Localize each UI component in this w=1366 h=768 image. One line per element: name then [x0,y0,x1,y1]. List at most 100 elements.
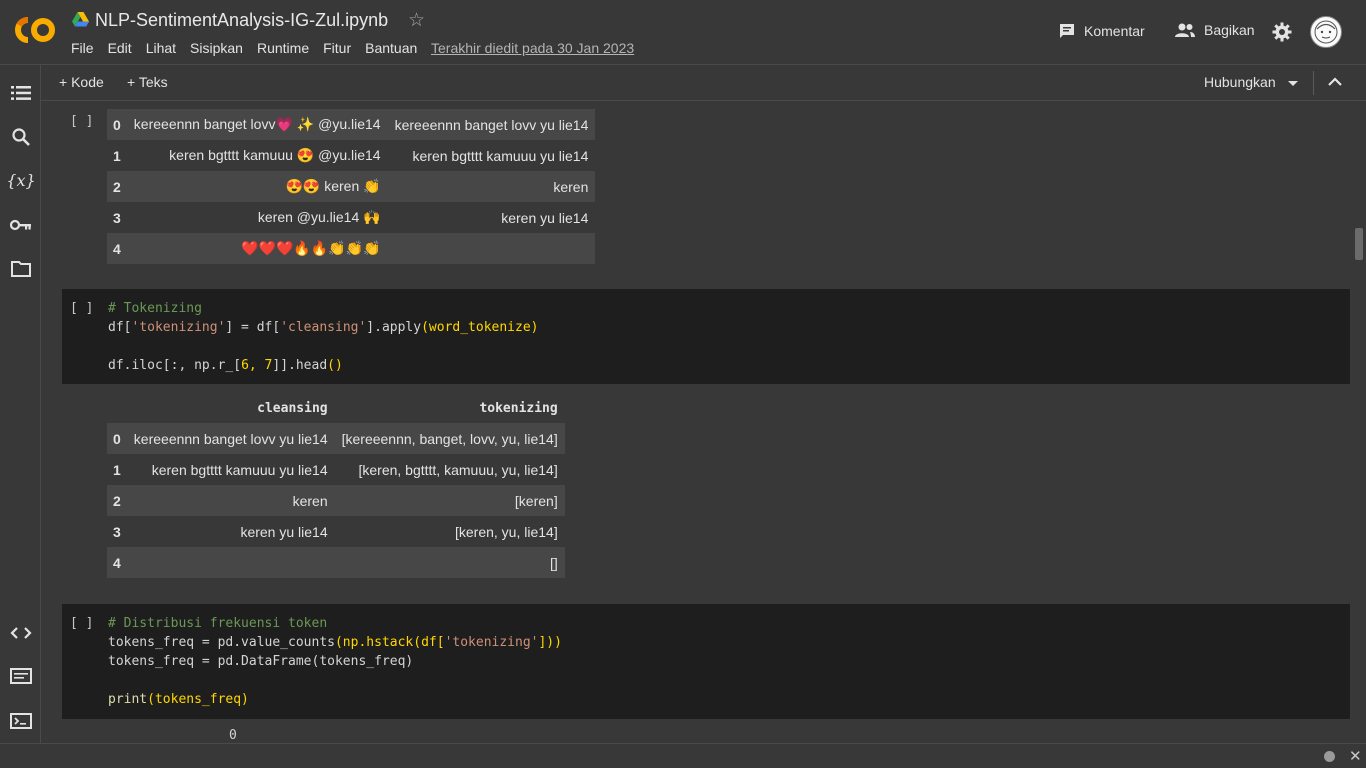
people-icon [1175,23,1195,37]
menu-runtime[interactable]: Runtime [257,40,309,56]
table-header-row: cleansing tokenizing [107,394,565,423]
share-button[interactable]: Bagikan [1174,22,1255,38]
table-row: 4 ❤️❤️❤️🔥🔥👏👏👏 [107,233,596,264]
dataframe-output-prev: 0 kereeennn banget lovv💗 ✨ @yu.lie14 ker… [107,109,596,264]
star-icon[interactable]: ☆ [408,9,425,32]
table-cell: kereeennn banget lovv yu lie14 [387,109,596,140]
table-cell: keren yu lie14 [387,202,596,233]
code-snippets-icon[interactable] [10,622,32,644]
row-index: 3 [107,516,127,547]
table-row: 4 [] [107,547,565,578]
table-cell: kereeennn banget lovv yu lie14 [126,423,335,454]
table-cell: keren [126,485,335,516]
dataframe-output-tokenizing: cleansing tokenizing 0 kereeennn banget … [107,394,565,578]
code-token: ])) [538,635,562,650]
colab-logo[interactable] [14,16,56,44]
code-token: (np.hstack(df[ [334,635,445,650]
table-row: 0 kereeennn banget lovv yu lie14 [kereee… [107,423,565,454]
code-token: 6, 7 [241,358,273,373]
menu-bar: File Edit Lihat Sisipkan Runtime Fitur B… [71,40,431,56]
code-token: ]].head [272,358,328,373]
table-row: 2 keren [keren] [107,485,565,516]
settings-gear-icon[interactable] [1272,22,1292,42]
code-token: ] = df[ [225,320,281,335]
code-token: df.iloc[:, np.r_[ [108,358,242,373]
add-code-button[interactable]: + Kode [59,74,104,90]
table-cell: keren bgtttt kamuuu yu lie14 [387,140,596,171]
code-string: 'cleansing' [280,320,367,335]
table-row: 1 keren bgtttt kamuuu yu lie14 [keren, b… [107,454,565,485]
table-cell: [] [334,547,565,578]
chevron-up-icon[interactable] [1326,73,1344,91]
row-index: 2 [107,171,127,202]
table-row: 3 keren yu lie14 [keren, yu, lie14] [107,516,565,547]
run-cell-button[interactable]: [ ] [70,616,93,631]
table-cell [387,233,596,264]
code-cell-tokenizing[interactable]: [ ] # Tokenizing df['tokenizing'] = df['… [62,289,1350,384]
code-token: (tokens_freq) [311,654,414,669]
table-cell: keren @yu.lie14 🙌 [126,202,388,233]
comment-icon [1060,24,1074,38]
menu-file[interactable]: File [71,40,94,56]
run-cell-button[interactable]: [ ] [70,301,93,316]
table-cell: keren bgtttt kamuuu 😍 @yu.lie14 [126,140,388,171]
menu-help[interactable]: Bantuan [365,40,417,56]
row-index: 4 [107,233,127,264]
notebook-title[interactable]: NLP-SentimentAnalysis-IG-Zul.ipynb [95,10,388,31]
code-token: () [327,358,343,373]
comment-label: Komentar [1084,23,1145,39]
row-index: 3 [107,202,127,233]
row-index: 0 [107,423,127,454]
last-edited-link[interactable]: Terakhir diedit pada 30 Jan 2023 [431,40,634,56]
table-of-contents-icon[interactable] [10,82,32,104]
table-row: 0 kereeennn banget lovv💗 ✨ @yu.lie14 ker… [107,109,596,140]
menu-insert[interactable]: Sisipkan [190,40,243,56]
toolbar-divider [1313,71,1314,95]
table-cell: [keren] [334,485,565,516]
connect-button[interactable]: Hubungkan [1204,74,1276,90]
connect-dropdown-caret-icon[interactable] [1288,81,1298,86]
share-label: Bagikan [1204,22,1255,38]
code-token: ].apply [366,320,422,335]
secrets-key-icon[interactable] [10,214,32,236]
table-cell: keren bgtttt kamuuu yu lie14 [126,454,335,485]
run-cell-button[interactable]: [ ] [70,114,93,129]
code-cell-frequency[interactable]: [ ] # Distribusi frekuensi token tokens_… [62,604,1350,719]
menu-view[interactable]: Lihat [146,40,176,56]
table-row: 1 keren bgtttt kamuuu 😍 @yu.lie14 keren … [107,140,596,171]
code-editor[interactable]: # Tokenizing df['tokenizing'] = df['clea… [108,299,539,375]
table-cell: keren yu lie14 [126,516,335,547]
code-token: (word_tokenize) [421,320,539,335]
row-index: 2 [107,485,127,516]
menu-edit[interactable]: Edit [108,40,132,56]
avatar-face-icon [1314,20,1338,44]
code-token: (tokens_freq) [147,692,249,707]
print-output-header: 0 [229,728,237,743]
user-avatar[interactable] [1310,16,1342,48]
scrollbar-thumb[interactable] [1355,228,1363,260]
index-header [107,394,127,423]
code-token: print [108,692,148,707]
row-index: 4 [107,547,127,578]
add-text-button[interactable]: + Teks [127,74,168,90]
table-cell: kereeennn banget lovv💗 ✨ @yu.lie14 [126,109,388,140]
status-bar: ✕ [0,743,1366,768]
search-icon[interactable] [10,126,32,148]
menu-tools[interactable]: Fitur [323,40,351,56]
terminal-icon[interactable] [10,710,32,732]
table-cell: 😍😍 keren 👏 [126,171,388,202]
folder-icon[interactable] [10,258,32,280]
column-header: tokenizing [479,401,558,416]
status-indicator-icon[interactable] [1324,751,1335,762]
comment-button[interactable]: Komentar [1058,22,1145,40]
close-icon[interactable]: ✕ [1349,747,1362,765]
notebook-content: [ ] 0 kereeennn banget lovv💗 ✨ @yu.lie14… [41,101,1366,743]
table-row: 2 😍😍 keren 👏 keren [107,171,596,202]
code-editor[interactable]: # Distribusi frekuensi token tokens_freq… [108,614,562,709]
variables-icon[interactable]: {𝑥} [6,169,35,191]
google-drive-icon[interactable] [72,12,89,27]
command-palette-icon[interactable] [10,665,32,687]
code-token: df[ [108,320,132,335]
table-row: 3 keren @yu.lie14 🙌 keren yu lie14 [107,202,596,233]
code-string: 'tokenizing' [444,635,539,650]
